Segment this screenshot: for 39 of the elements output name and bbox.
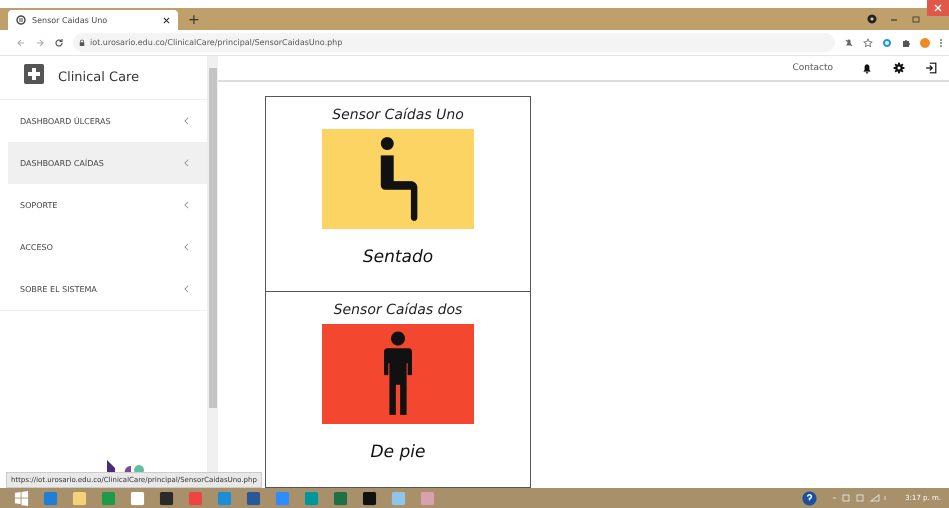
extension-icon[interactable] [882,38,892,48]
tab-title: Sensor Caidas Uno [32,16,108,24]
lock-icon [79,38,85,46]
settings-icon[interactable] [893,62,905,74]
forward-icon[interactable] [35,38,45,48]
mute-icon[interactable] [844,38,854,48]
start-icon[interactable] [14,490,29,506]
sensor-status: Sentado [362,247,434,267]
menu-icon[interactable] [939,38,943,48]
avatar-icon[interactable] [920,38,930,48]
app-title: Clinical Care [58,70,140,85]
puzzle-icon[interactable] [901,38,911,48]
reload-icon[interactable] [54,38,64,48]
sensor-status: De pie [370,442,426,462]
help-icon[interactable] [802,490,818,506]
contact-link[interactable]: Contacto [792,63,833,73]
bell-icon[interactable] [861,62,873,74]
sidebar-item[interactable]: DASHBOARD CAÍDAS [8,142,207,184]
sensor-title: Sensor Caídas Uno [332,107,464,123]
close-icon[interactable] [163,16,170,24]
chevron-icon [184,201,189,209]
app-icon[interactable] [159,490,174,506]
back-icon[interactable] [16,38,26,48]
globe-icon [16,15,26,25]
chevron-icon [184,285,189,293]
app-icon[interactable] [362,490,377,506]
record-icon[interactable] [867,14,877,24]
sensor-title: Sensor Caídas dos [334,302,462,318]
new-tab-button[interactable]: + [188,13,200,27]
browser-tab[interactable]: Sensor Caidas Uno [8,10,178,30]
medical-cross-icon [24,64,44,84]
restore-icon[interactable] [911,14,921,24]
logout-icon[interactable] [925,62,937,74]
chevron-icon [184,159,189,167]
app-icon[interactable] [130,490,145,506]
chevron-icon [184,243,189,251]
address-field[interactable]: iot.urosario.edu.co/ClinicalCare/principal/SensorCaidasUno.php [73,33,835,52]
star-icon[interactable] [863,38,873,48]
chevron-icon [184,117,189,125]
